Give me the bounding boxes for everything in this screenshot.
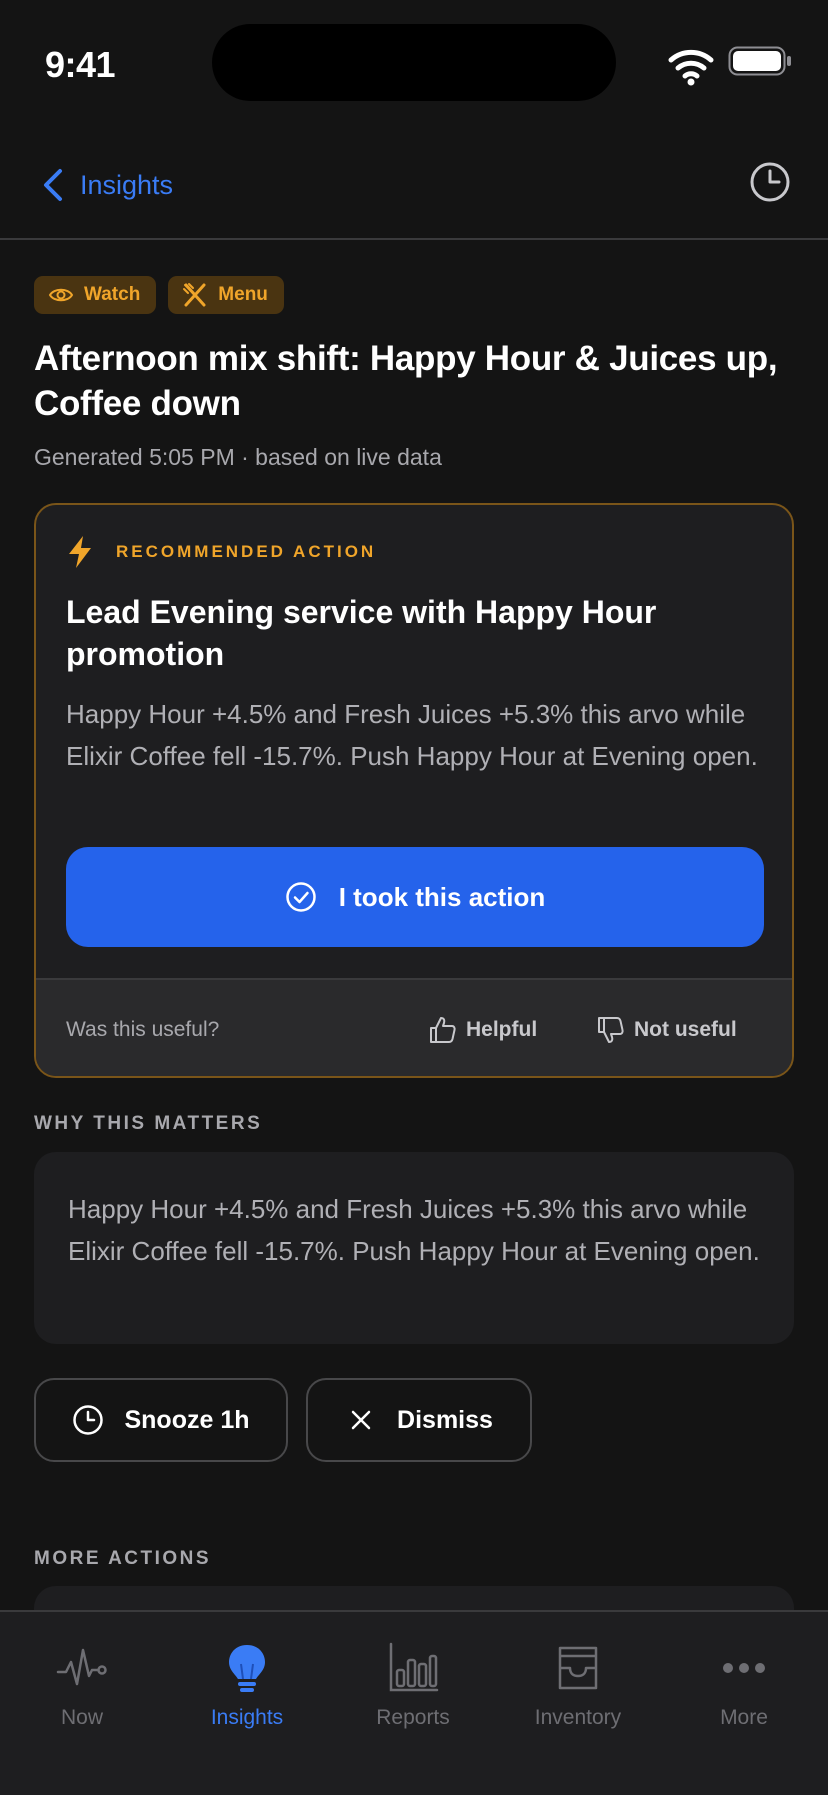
not-useful-button[interactable]: Not useful	[596, 1010, 737, 1050]
helpful-button[interactable]: Helpful	[428, 1010, 537, 1050]
insight-title: Afternoon mix shift: Happy Hour & Juices…	[34, 339, 778, 423]
tag-label: Watch	[84, 284, 141, 305]
thumbs-down-icon	[598, 1017, 624, 1043]
history-clock-icon[interactable]	[748, 160, 792, 204]
tag-label: Menu	[218, 284, 268, 305]
pulse-icon	[56, 1648, 107, 1686]
tab-label: Inventory	[534, 1706, 622, 1729]
dismiss-label: Dismiss	[397, 1405, 493, 1434]
lightbulb-icon	[229, 1645, 265, 1692]
clock-icon	[73, 1405, 104, 1435]
battery-icon	[728, 46, 791, 76]
tag-watch: Watch	[34, 276, 157, 314]
tab-inventory[interactable]: Inventory	[498, 1642, 658, 1752]
more-actions-label: MORE ACTIONS	[34, 1548, 212, 1569]
tab-bar: Now Insights Reports Inventory More	[0, 1610, 828, 1795]
back-label: Insights	[80, 169, 174, 200]
close-icon	[351, 1410, 371, 1430]
tab-insights[interactable]: Insights	[167, 1642, 327, 1752]
took-action-button[interactable]: I took this action	[66, 847, 764, 947]
insight-detail-screen: 9:41 Insights Watch Menu Afternoon mix s…	[0, 0, 828, 1795]
recommended-action-card: RECOMMENDED ACTION Lead Evening service …	[34, 503, 794, 1078]
why-description: Happy Hour +4.5% and Fresh Juices +5.3% …	[68, 1194, 760, 1266]
inventory-tray-icon	[558, 1646, 598, 1690]
tab-more[interactable]: More	[664, 1642, 824, 1752]
action-title: Lead Evening service with Happy Hour pro…	[66, 594, 657, 672]
utensils-icon	[183, 283, 206, 307]
chevron-left-icon	[44, 169, 62, 201]
lightning-bolt-icon	[69, 536, 91, 568]
tab-label: Now	[60, 1706, 103, 1729]
eye-icon	[48, 288, 74, 302]
tab-reports[interactable]: Reports	[333, 1642, 493, 1752]
not-useful-label: Not useful	[634, 1018, 737, 1041]
card-eyebrow: RECOMMENDED ACTION	[66, 535, 376, 569]
insight-subtitle: Generated 5:05 PM · based on live data	[34, 444, 442, 470]
snooze-label: Snooze 1h	[124, 1405, 250, 1434]
thumbs-up-icon	[430, 1017, 456, 1043]
feedback-row: Was this useful? Helpful Not useful	[36, 978, 792, 1076]
tag-menu: Menu	[168, 276, 284, 314]
dynamic-island	[212, 24, 616, 101]
tab-now[interactable]: Now	[2, 1642, 162, 1752]
dismiss-button[interactable]: Dismiss	[306, 1378, 532, 1462]
feedback-question: Was this useful?	[66, 1018, 220, 1041]
why-card: Happy Hour +4.5% and Fresh Juices +5.3% …	[34, 1152, 794, 1344]
check-circle-icon	[285, 882, 316, 912]
helpful-label: Helpful	[466, 1018, 538, 1041]
ellipsis-icon	[723, 1663, 765, 1673]
tab-label: Reports	[376, 1706, 450, 1729]
snooze-button[interactable]: Snooze 1h	[34, 1378, 288, 1462]
action-description: Happy Hour +4.5% and Fresh Juices +5.3% …	[66, 699, 758, 771]
tab-label: Insights	[210, 1706, 284, 1729]
navigation-bar: Insights	[0, 140, 828, 240]
wifi-icon	[668, 49, 714, 86]
eyebrow-label: RECOMMENDED ACTION	[116, 542, 377, 561]
took-action-label: I took this action	[338, 881, 546, 912]
tab-label: More	[720, 1706, 768, 1729]
status-time: 9:41	[45, 44, 116, 85]
insight-tags: Watch Menu	[34, 276, 284, 314]
status-bar: 9:41	[0, 0, 828, 120]
why-section-label: WHY THIS MATTERS	[34, 1113, 263, 1134]
back-button[interactable]: Insights	[40, 162, 173, 208]
bar-chart-icon	[389, 1642, 439, 1692]
